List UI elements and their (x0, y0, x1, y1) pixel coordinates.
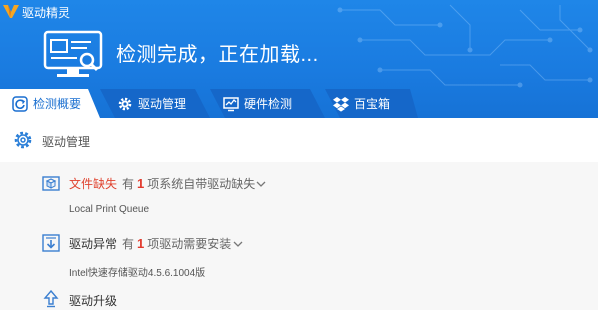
monitor-chart-icon (223, 96, 239, 111)
tab-label: 驱动管理 (138, 97, 187, 111)
tab-bar: 检测概要 驱动管理 硬件检测 百宝箱 (0, 89, 598, 118)
tab-driver-management[interactable]: 驱动管理 (117, 89, 186, 118)
item-count: 1 (137, 236, 145, 251)
driver-issue-list: 文件缺失 有 1 项系统自带驱动缺失 Local Print Queue 驱动异常 … (0, 162, 598, 310)
item-suffix: 项驱动需要安装 (147, 237, 232, 251)
section-title: 驱动管理 (42, 135, 91, 149)
scan-status-text: 检测完成，正在加载... (116, 44, 319, 66)
tab-label: 百宝箱 (354, 97, 391, 111)
tab-label: 硬件检测 (244, 97, 293, 111)
section-header-driver-management: 驱动管理 (0, 118, 598, 162)
item-title: 文件缺失 (69, 177, 118, 191)
list-item-driver-upgrade[interactable]: 驱动升级 (0, 280, 598, 310)
monitor-scan-icon (43, 30, 103, 77)
tab-hardware-detection[interactable]: 硬件检测 (223, 89, 292, 118)
item-title: 驱动异常 (69, 237, 118, 251)
item-description: 有 1 项系统自带驱动缺失 (122, 175, 255, 192)
chevron-down-icon[interactable] (256, 179, 266, 189)
item-count: 1 (137, 176, 145, 191)
chevron-down-icon[interactable] (233, 239, 243, 249)
tab-label: 检测概要 (33, 97, 82, 111)
header-banner: 驱动精灵 检测完成，正在加载... 检测概要 驱动管理 硬件检测 百宝箱 (0, 0, 598, 118)
item-prefix: 有 (122, 177, 135, 191)
item-prefix: 有 (122, 237, 135, 251)
list-item-missing-files[interactable]: 文件缺失 有 1 项系统自带驱动缺失 Local Print Queue (0, 162, 598, 220)
file-warning-icon (42, 176, 60, 191)
app-title: 驱动精灵 (22, 6, 71, 20)
circuit-decoration (337, 4, 593, 88)
dropbox-icon (333, 96, 349, 112)
item-detail: Intel快速存储驱动4.5.6.1004版 (69, 268, 206, 279)
list-item-driver-exception[interactable]: 驱动异常 有 1 项驱动需要安装 Intel快速存储驱动4.5.6.1004版 (0, 220, 598, 280)
content-panel: 驱动管理 文件缺失 有 1 项系统自带驱动缺失 Local Print Queue (0, 118, 598, 310)
tab-toolbox[interactable]: 百宝箱 (333, 89, 390, 118)
tab-bar-background (0, 89, 418, 118)
item-detail: Local Print Queue (69, 204, 150, 215)
driver-genius-logo (3, 5, 19, 18)
refresh-icon (12, 95, 28, 112)
gear-outline-icon (14, 131, 32, 149)
item-suffix: 项系统自带驱动缺失 (147, 177, 256, 191)
upgrade-arrow-icon (43, 290, 59, 308)
install-icon (42, 234, 60, 252)
tab-check-summary[interactable]: 检测概要 (12, 89, 81, 118)
gear-icon (118, 97, 132, 110)
item-title: 驱动升级 (69, 294, 118, 308)
item-description: 有 1 项驱动需要安装 (122, 235, 231, 252)
